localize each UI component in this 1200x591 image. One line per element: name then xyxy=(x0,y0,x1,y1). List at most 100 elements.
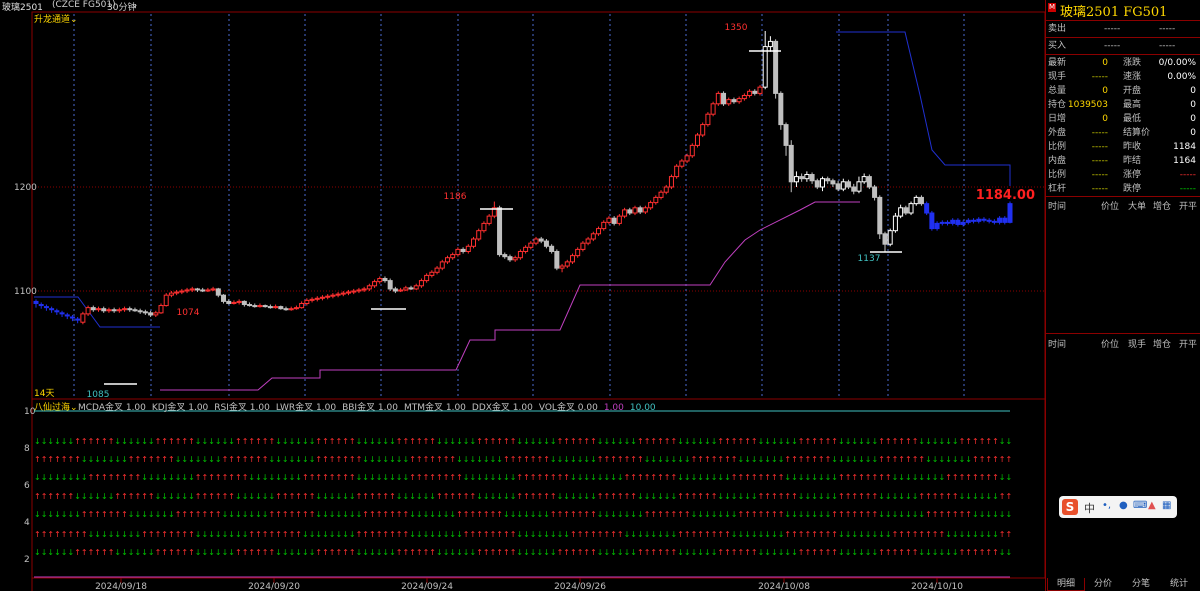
signal-arrow: ↑ xyxy=(892,548,899,557)
tab-stats[interactable]: 统计 xyxy=(1161,578,1197,590)
signal-arrow: ↓ xyxy=(704,548,711,557)
signal-arrow: ↓ xyxy=(751,492,758,501)
signal-arrow: ↑ xyxy=(684,530,691,539)
candle-body xyxy=(278,306,284,310)
signal-arrow: ↓ xyxy=(918,510,925,519)
signal-arrow: ↓ xyxy=(456,455,463,464)
signal-arrow: ↑ xyxy=(470,492,477,501)
signal-arrow: ↑ xyxy=(838,473,845,482)
signal-arrow: ↑ xyxy=(1006,455,1013,464)
signal-arrow: ↓ xyxy=(604,510,611,519)
signal-arrow: ↑ xyxy=(731,548,738,557)
signal-arrow: ↑ xyxy=(503,548,510,557)
signal-arrow: ↑ xyxy=(94,510,101,519)
signal-arrow: ↑ xyxy=(738,510,745,519)
signal-arrow: ↓ xyxy=(108,455,115,464)
sogou-logo-icon[interactable]: S xyxy=(1062,499,1078,515)
signal-arrow: ↓ xyxy=(898,510,905,519)
signal-arrow: ↑ xyxy=(985,473,992,482)
signal-arrow: ↓ xyxy=(188,492,195,501)
signal-arrow: ↓ xyxy=(470,548,477,557)
signal-arrow: ↓ xyxy=(463,548,470,557)
signal-arrow: ↓ xyxy=(537,548,544,557)
signal-arrow: ↓ xyxy=(657,530,664,539)
candle-body xyxy=(179,290,185,293)
signal-arrow: ↑ xyxy=(583,437,590,446)
signal-arrow: ↑ xyxy=(825,455,832,464)
microphone-icon[interactable]: ● xyxy=(1119,500,1128,511)
high-price-label: 1350 xyxy=(725,23,748,33)
kline-chart[interactable]: 1200 1100 2024/09/18 2024/09/20 2024/09/24 20… xyxy=(0,0,1045,591)
keyboard-icon[interactable]: ⌨ xyxy=(1133,500,1147,511)
signal-arrow: ↑ xyxy=(74,455,81,464)
skin-icon[interactable]: ▲ xyxy=(1148,500,1156,511)
signal-arrow: ↓ xyxy=(979,492,986,501)
signal-arrow: ↑ xyxy=(711,455,718,464)
signal-arrow: ↑ xyxy=(101,510,108,519)
signal-arrow: ↓ xyxy=(805,492,812,501)
signal-arrow: ↓ xyxy=(275,473,282,482)
signal-arrow: ↑ xyxy=(744,437,751,446)
candle-body xyxy=(538,238,544,242)
signal-arrow: ↓ xyxy=(416,510,423,519)
punctuation-icon[interactable]: •, xyxy=(1102,500,1111,511)
quote-value: ----- xyxy=(1091,142,1108,152)
signal-arrow: ↑ xyxy=(476,530,483,539)
signal-arrow: ↑ xyxy=(811,548,818,557)
signal-arrow: ↓ xyxy=(872,530,879,539)
signal-arrow: ↓ xyxy=(168,492,175,501)
ime-toolbar[interactable]: S 中 •, ● ⌨ ▲ ▦ xyxy=(1059,496,1177,518)
signal-arrow: ↑ xyxy=(47,492,54,501)
signal-arrow: ↓ xyxy=(798,492,805,501)
signal-arrow: ↑ xyxy=(825,548,832,557)
sub-indicator-name[interactable]: 八仙过海⌄ xyxy=(34,400,78,413)
buy-label: 买入 xyxy=(1048,41,1067,51)
signal-arrow: ↑ xyxy=(215,473,222,482)
signal-arrow: ↓ xyxy=(349,530,356,539)
signal-arrow: ↑ xyxy=(228,455,235,464)
quote-label: 涨跌 xyxy=(1123,58,1142,68)
signal-arrow: ↓ xyxy=(41,510,48,519)
candle-body xyxy=(533,238,539,244)
sub-legend-item: MCDA金叉 1.00 xyxy=(78,403,146,413)
signal-arrow: ↑ xyxy=(235,455,242,464)
signal-arrow: ↑ xyxy=(912,455,919,464)
ime-language[interactable]: 中 xyxy=(1084,500,1095,516)
indicator-name[interactable]: 升龙通道⌄ xyxy=(34,12,78,25)
signal-arrow: ↑ xyxy=(68,455,75,464)
signal-arrow: ↓ xyxy=(202,437,209,446)
candle-body xyxy=(944,221,950,224)
x-tick-label: 2024/09/26 xyxy=(554,582,606,591)
table-column-header: 现手 xyxy=(1128,340,1147,350)
signal-arrow: ↑ xyxy=(94,437,101,446)
signal-arrow: ↓ xyxy=(851,455,858,464)
signal-arrow: ↓ xyxy=(637,510,644,519)
signal-arrow: ↑ xyxy=(530,492,537,501)
signal-arrow: ↑ xyxy=(523,455,530,464)
signal-arrow: ↓ xyxy=(892,492,899,501)
signal-arrow: ↑ xyxy=(945,473,952,482)
signal-arrow: ↑ xyxy=(543,492,550,501)
signal-arrow: ↑ xyxy=(456,510,463,519)
chevron-down-icon[interactable]: ⌄ xyxy=(70,15,78,25)
signal-arrow: ↑ xyxy=(81,437,88,446)
signal-arrow: ↓ xyxy=(222,437,229,446)
chevron-down-icon[interactable]: ⌄ xyxy=(70,403,78,413)
signal-arrow: ↓ xyxy=(510,492,517,501)
signal-arrow: ↓ xyxy=(905,473,912,482)
signal-arrow: ↑ xyxy=(791,530,798,539)
signal-arrow: ↓ xyxy=(222,548,229,557)
candle-body xyxy=(846,181,852,188)
signal-arrow: ↓ xyxy=(738,492,745,501)
signal-arrow: ↓ xyxy=(329,492,336,501)
signal-arrow: ↑ xyxy=(892,530,899,539)
tab-detail[interactable]: 明细 xyxy=(1047,578,1085,591)
signal-arrow: ↑ xyxy=(751,437,758,446)
tab-tick[interactable]: 分笔 xyxy=(1123,578,1159,590)
toolbox-icon[interactable]: ▦ xyxy=(1162,500,1171,511)
signal-arrow: ↓ xyxy=(557,492,564,501)
signal-arrow: ↑ xyxy=(161,530,168,539)
signal-arrow: ↓ xyxy=(731,492,738,501)
tab-price-dist[interactable]: 分价 xyxy=(1085,578,1121,590)
signal-arrow: ↓ xyxy=(965,492,972,501)
